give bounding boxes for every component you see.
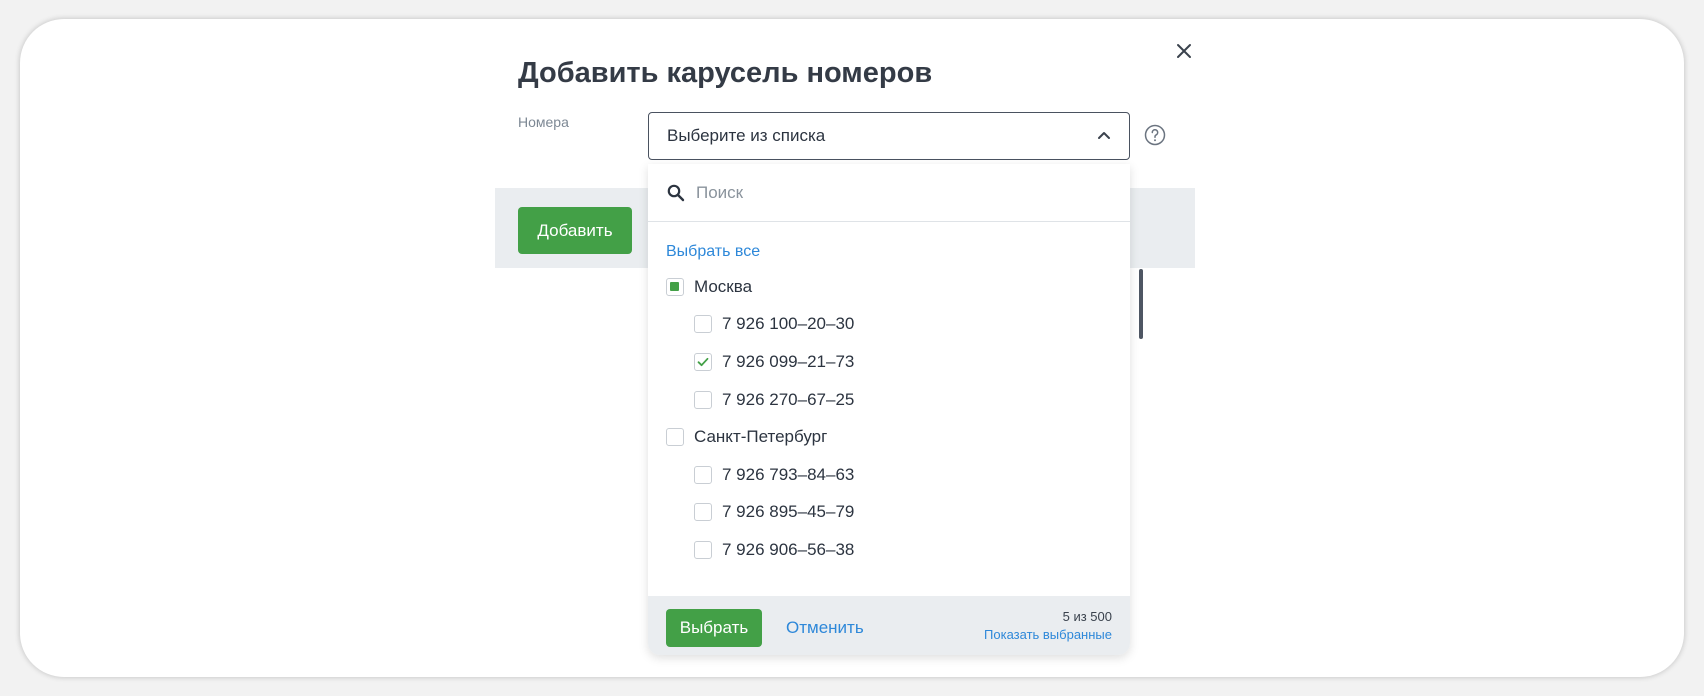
- chevron-up-icon: [1095, 127, 1113, 145]
- dropdown-scrollbar[interactable]: [1139, 269, 1143, 339]
- select-all-link[interactable]: Выбрать все: [666, 243, 760, 261]
- add-button[interactable]: Добавить: [518, 207, 632, 254]
- item-checkbox[interactable]: [694, 503, 712, 522]
- group-checkbox-partial[interactable]: [666, 277, 684, 296]
- close-icon[interactable]: [1172, 39, 1196, 63]
- numbers-select-placeholder: Выберите из списка: [667, 126, 826, 145]
- list-item[interactable]: 7 926 895–45–79: [648, 494, 1130, 532]
- item-label: 7 926 895–45–79: [722, 502, 855, 522]
- check-icon: [697, 357, 709, 367]
- choose-button[interactable]: Выбрать: [666, 609, 762, 647]
- group-checkbox[interactable]: [666, 428, 684, 447]
- dropdown-footer: Выбрать Отменить 5 из 500 Показать выбра…: [648, 596, 1130, 655]
- numbers-dropdown: Выбрать все Москва 7 926 100–20–30 7 926…: [648, 164, 1130, 655]
- numbers-select[interactable]: Выберите из списка: [648, 112, 1130, 160]
- list-item[interactable]: 7 926 906–56–38: [648, 531, 1130, 569]
- group-label: Санкт-Петербург: [694, 427, 828, 447]
- list-item[interactable]: 7 926 100–20–30: [648, 306, 1130, 344]
- cancel-link[interactable]: Отменить: [786, 618, 864, 638]
- item-label: 7 926 270–67–25: [722, 389, 855, 409]
- group-saint-petersburg[interactable]: Санкт-Петербург: [648, 418, 1130, 456]
- window-frame: Добавить карусель номеров Номера Выберит…: [20, 19, 1684, 677]
- group-moscow[interactable]: Москва: [648, 268, 1130, 306]
- item-checkbox[interactable]: [694, 390, 712, 409]
- item-checkbox[interactable]: [694, 540, 712, 559]
- search-bar: [648, 164, 1130, 222]
- group-label: Москва: [694, 276, 753, 296]
- item-label: 7 926 099–21–73: [722, 351, 855, 371]
- numbers-list: Москва 7 926 100–20–30 7 926 099–21–73 7…: [648, 268, 1130, 569]
- item-checkbox[interactable]: [694, 465, 712, 484]
- list-item[interactable]: 7 926 099–21–73: [648, 343, 1130, 381]
- item-label: 7 926 793–84–63: [722, 464, 855, 484]
- show-selected-link[interactable]: Показать выбранные: [984, 627, 1112, 642]
- search-input[interactable]: [696, 182, 1096, 203]
- search-icon: [667, 184, 685, 201]
- help-circle-icon[interactable]: [1143, 123, 1167, 147]
- list-item[interactable]: 7 926 793–84–63: [648, 456, 1130, 494]
- numbers-field-label: Номера: [518, 114, 569, 130]
- dialog-title: Добавить карусель номеров: [518, 57, 933, 89]
- selected-count: 5 из 500: [1062, 609, 1112, 624]
- item-checkbox-checked[interactable]: [694, 352, 712, 371]
- item-label: 7 926 100–20–30: [722, 314, 855, 334]
- list-item[interactable]: 7 926 270–67–25: [648, 381, 1130, 419]
- item-label: 7 926 906–56–38: [722, 539, 855, 559]
- item-checkbox[interactable]: [694, 315, 712, 334]
